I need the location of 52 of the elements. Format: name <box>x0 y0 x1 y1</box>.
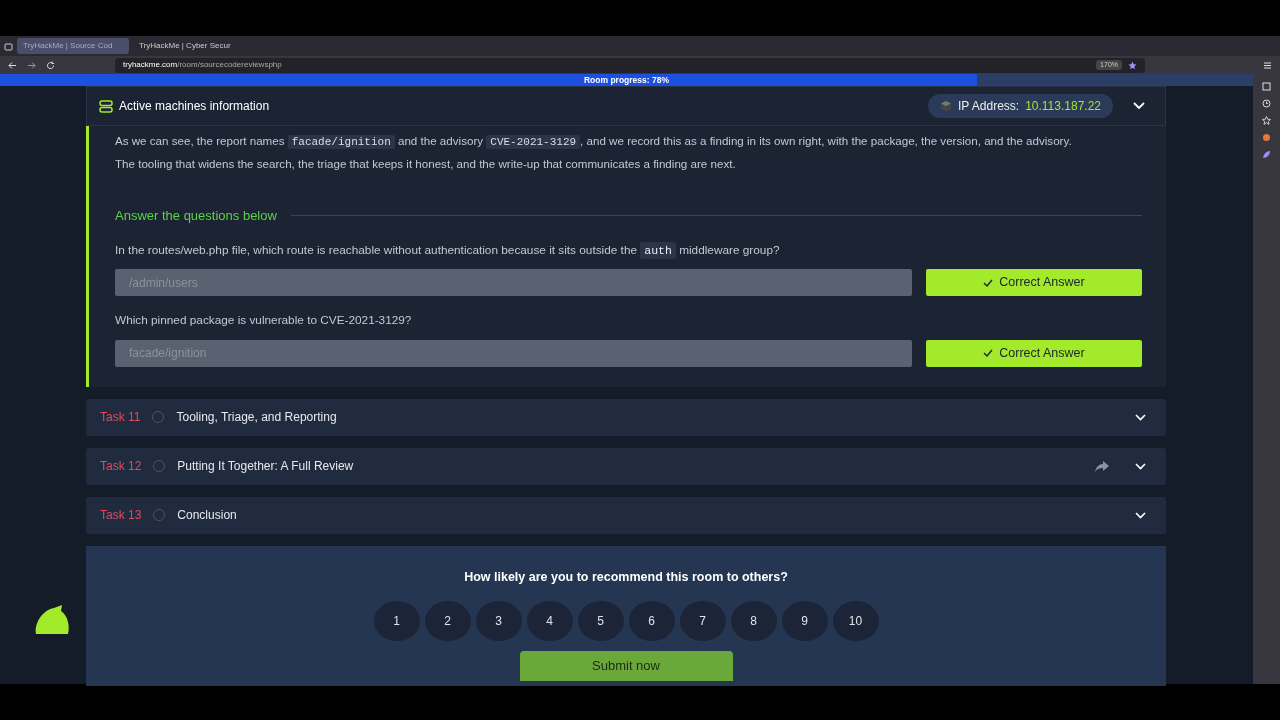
chevron-down-icon[interactable] <box>1135 413 1146 421</box>
paragraph: As we can see, the report names facade/ignition and the advisory CVE-2021-3129 , and we record this as a finding in its own right, with the package, the version, and the advisory. <box>115 133 1073 151</box>
forward-icon[interactable] <box>27 60 36 70</box>
cube-icon <box>940 100 952 112</box>
question-text: In the routes/web.php file, which route is reachable without authentication because it sits outside the auth middleware group? <box>115 241 781 260</box>
rating-option[interactable]: 6 <box>628 600 675 641</box>
check-icon <box>983 349 994 358</box>
rating-option[interactable]: 3 <box>475 600 522 641</box>
question-text: Which pinned package is vulnerable to CVE-2021-3129? <box>115 312 413 330</box>
check-icon <box>983 278 994 287</box>
bookmark-star-icon[interactable] <box>1128 60 1137 70</box>
machines-title: Active machines information <box>119 98 270 115</box>
menu-icon[interactable] <box>1263 60 1272 70</box>
rating-option[interactable]: 10 <box>832 600 879 641</box>
rating-option[interactable]: 8 <box>730 600 777 641</box>
machines-header[interactable]: Active machines information IP Address: 10.113.187.22 <box>86 86 1166 126</box>
task-number: Task 11 <box>100 409 141 427</box>
back-icon[interactable] <box>8 60 17 70</box>
chevron-down-icon[interactable] <box>1135 511 1146 519</box>
task-number: Task 13 <box>100 507 142 525</box>
browser-tab[interactable]: TryHackMe | Source Cod <box>17 38 129 54</box>
reload-icon[interactable] <box>46 60 55 70</box>
task-title: Conclusion <box>177 507 237 525</box>
clock-icon[interactable] <box>1262 99 1271 108</box>
task-row[interactable]: Task 11 Tooling, Triage, and Reporting <box>86 398 1166 436</box>
sidebar-icon[interactable] <box>1262 82 1271 91</box>
paragraph: The tooling that widens the search, the triage that keeps it honest, and the write-up that communicates a finding are next. <box>115 156 737 172</box>
rating-option[interactable]: 7 <box>679 600 726 641</box>
answer-status-button[interactable]: Correct Answer <box>926 269 1142 297</box>
rating-option[interactable]: 5 <box>577 600 624 641</box>
submit-button[interactable]: Submit now <box>519 650 733 681</box>
task-row[interactable]: Task 12 Putting It Together: A Full Review <box>86 447 1166 485</box>
survey-question: How likely are you to recommend this room to others? <box>464 568 788 586</box>
browser-tab[interactable]: TryHackMe | Cyber Secur <box>133 38 245 54</box>
chevron-down-icon[interactable] <box>1135 462 1146 470</box>
rating-option[interactable]: 4 <box>526 600 573 641</box>
progress-label: Room progress: 78% <box>583 74 670 86</box>
rating-option[interactable]: 1 <box>373 600 420 641</box>
chevron-down-icon[interactable] <box>1133 102 1145 110</box>
tabs-icon[interactable] <box>4 41 13 51</box>
task-row[interactable]: Task 13 Conclusion <box>86 496 1166 534</box>
section-heading: Answer the questions below <box>115 207 277 225</box>
task-title: Tooling, Triage, and Reporting <box>176 409 337 427</box>
share-icon[interactable] <box>1095 460 1109 472</box>
task-number: Task 12 <box>100 458 142 476</box>
server-icon <box>99 99 113 113</box>
answer-status-button[interactable]: Correct Answer <box>926 339 1142 367</box>
task-title: Putting It Together: A Full Review <box>177 458 354 476</box>
ip-address-pill: IP Address: 10.113.187.22 <box>928 94 1113 118</box>
rating-option[interactable]: 9 <box>781 600 828 641</box>
star-icon[interactable] <box>1262 116 1271 125</box>
rating-option[interactable]: 2 <box>424 600 471 641</box>
